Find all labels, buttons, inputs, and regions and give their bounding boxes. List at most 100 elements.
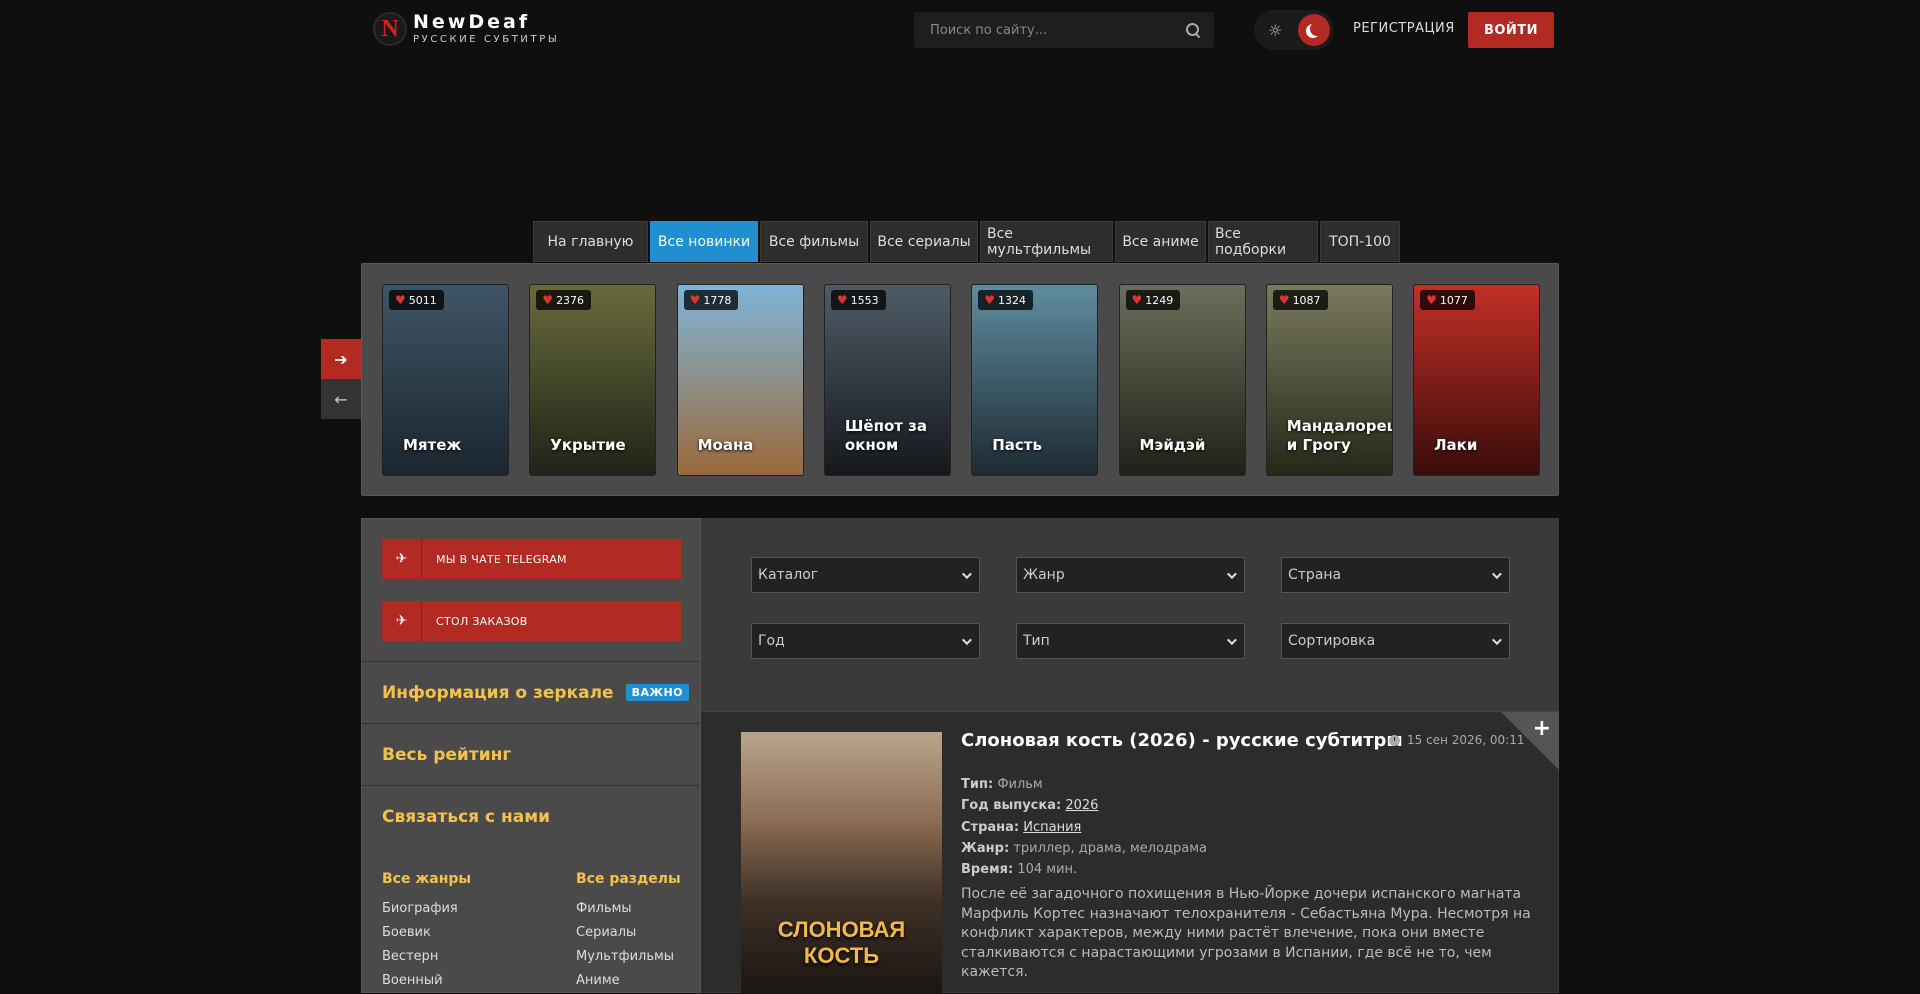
poster-title: Пасть <box>992 436 1042 454</box>
paper-plane-icon: ✈ <box>382 539 422 579</box>
contact-link[interactable]: Связаться с нами <box>362 785 700 847</box>
rating-link[interactable]: Весь рейтинг <box>362 723 700 785</box>
site-name: NewDeaf <box>413 11 531 33</box>
catalog-select-value: Каталог <box>758 567 819 583</box>
search-icon[interactable] <box>1186 23 1200 37</box>
sidebar: ✈ МЫ В ЧАТЕ TELEGRAM ✈ СТОЛ ЗАКАЗОВ Инфо… <box>361 518 701 993</box>
poster-card[interactable]: ♥ 1778 Моана <box>676 284 804 476</box>
movie-card: СЛОНОВАЯ КОСТЬ Слоновая кость (2026) - р… <box>701 712 1559 994</box>
sort-select-value: Сортировка <box>1288 633 1376 649</box>
heart-icon: ♥ <box>836 293 848 307</box>
likes-badge: ♥ 1077 <box>1420 290 1475 310</box>
site-tagline: РУССКИЕ СУБТИТРЫ <box>413 34 560 45</box>
year-link[interactable]: 2026 <box>1065 798 1098 813</box>
catalog-select[interactable]: Каталог <box>751 557 980 593</box>
search-input[interactable] <box>928 21 1168 39</box>
poster-title: Мандалорец и Грогу <box>1286 417 1393 454</box>
genres-list: Все жанры Биография Боевик Вестерн Военный <box>382 871 576 993</box>
poster-title: Мятеж <box>403 436 462 454</box>
poster-card[interactable]: ♥ 1087 Мандалорец и Грогу <box>1265 284 1393 476</box>
clock-icon <box>1389 734 1400 746</box>
nav-tab[interactable]: На главную <box>533 221 648 262</box>
heart-icon: ♥ <box>395 293 406 307</box>
moon-icon <box>1310 22 1324 36</box>
genre-select[interactable]: Жанр <box>1016 557 1245 593</box>
poster-title: Лаки <box>1434 436 1478 454</box>
nav-tab[interactable]: Все сериалы <box>870 221 978 262</box>
likes-count: 1778 <box>703 293 732 307</box>
genres-title[interactable]: Все жанры <box>382 871 576 887</box>
slider-next-button[interactable]: ➔ <box>321 339 361 379</box>
orders-desk-label: СТОЛ ЗАКАЗОВ <box>436 614 528 628</box>
poster-card[interactable]: ♥ 1249 Мэйдэй <box>1118 284 1246 476</box>
time-label: Время: <box>961 862 1014 878</box>
heart-icon: ♥ <box>542 293 554 307</box>
heart-icon: ♥ <box>1426 293 1437 307</box>
year-label: Год выпуска: <box>961 798 1062 814</box>
logo-icon: N <box>373 12 407 46</box>
chevron-down-icon <box>1491 634 1502 645</box>
nav-tab[interactable]: Все новинки <box>650 221 758 262</box>
poster-card[interactable]: ♥ 5011 Мятеж <box>382 284 509 476</box>
nav-tab[interactable]: Все аниме <box>1115 221 1206 262</box>
movie-description: После её загадочного похищения в Нью-Йор… <box>961 886 1531 980</box>
genre-label: Жанр: <box>961 840 1010 856</box>
site-logo[interactable]: N NewDeaf РУССКИЕ СУБТИТРЫ <box>373 10 559 48</box>
country-select[interactable]: Страна <box>1281 557 1510 593</box>
movie-meta: Тип: Фильм Год выпуска: 2026 Страна: Исп… <box>961 774 1207 880</box>
login-button[interactable]: ВОЙТИ <box>1468 12 1554 48</box>
genre-link[interactable]: Биография <box>382 897 576 921</box>
filters-panel: Каталог Жанр Страна Год Тип Сортировка <box>701 519 1559 712</box>
chevron-down-icon <box>961 634 972 645</box>
poster-card[interactable]: ♥ 1553 Шёпот за окном <box>823 284 951 476</box>
heart-icon: ♥ <box>1131 293 1143 307</box>
genre-select-value: Жанр <box>1023 567 1065 583</box>
nav-tab[interactable]: Все фильмы <box>760 221 868 262</box>
dark-mode-button[interactable] <box>1298 14 1330 46</box>
poster-card[interactable]: ♥ 1324 Пасть <box>971 284 1099 476</box>
likes-badge: ♥ 2376 <box>536 290 592 310</box>
main-nav: На главную Все новинки Все фильмы Все сериа… <box>533 221 1402 262</box>
likes-badge: ♥ 1249 <box>1125 290 1181 310</box>
nav-tab[interactable]: Все мультфильмы <box>980 221 1113 262</box>
movie-title[interactable]: Слоновая кость (2026) - русские субтитры <box>961 730 1403 751</box>
add-bookmark-icon[interactable]: + <box>1533 716 1551 741</box>
poster-title: Моана <box>697 436 754 454</box>
likes-count: 1553 <box>850 293 879 307</box>
likes-count: 1087 <box>1292 293 1321 307</box>
orders-desk-button[interactable]: ✈ СТОЛ ЗАКАЗОВ <box>382 601 682 641</box>
poster-card[interactable]: ♥ 2376 Укрытие <box>529 284 657 476</box>
rating-label: Весь рейтинг <box>382 744 512 765</box>
poster-title: Укрытие <box>550 436 626 454</box>
genre-link[interactable]: Военный <box>382 969 576 993</box>
country-link[interactable]: Испания <box>1023 820 1081 835</box>
sort-select[interactable]: Сортировка <box>1281 623 1510 659</box>
chevron-down-icon <box>1491 568 1502 579</box>
register-link[interactable]: РЕГИСТРАЦИЯ <box>1353 21 1455 36</box>
search-box <box>914 12 1214 48</box>
sun-icon[interactable]: ☼ <box>1268 21 1282 40</box>
likes-badge: ♥ 1553 <box>830 290 886 310</box>
chevron-down-icon <box>1226 634 1237 645</box>
main-content: Каталог Жанр Страна Год Тип Сортировка С… <box>701 518 1559 994</box>
likes-count: 1249 <box>1145 293 1174 307</box>
paper-plane-icon: ✈ <box>382 601 422 641</box>
nav-tab[interactable]: ТОП-100 <box>1320 221 1400 262</box>
mirror-info-link[interactable]: Информация о зеркале ВАЖНО <box>362 661 700 723</box>
genre-link[interactable]: Вестерн <box>382 945 576 969</box>
likes-badge: ♥ 1087 <box>1272 290 1328 310</box>
telegram-chat-button[interactable]: ✈ МЫ В ЧАТЕ TELEGRAM <box>382 539 682 579</box>
mirror-info-label: Информация о зеркале <box>382 682 614 703</box>
slider-prev-button[interactable]: ← <box>321 379 361 419</box>
nav-tab[interactable]: Все подборки <box>1208 221 1318 262</box>
movie-cover[interactable]: СЛОНОВАЯ КОСТЬ <box>741 732 942 994</box>
year-select[interactable]: Год <box>751 623 980 659</box>
genre-link[interactable]: Боевик <box>382 921 576 945</box>
chevron-down-icon <box>961 568 972 579</box>
poster-card[interactable]: ♥ 1077 Лаки <box>1413 284 1541 476</box>
type-select[interactable]: Тип <box>1016 623 1245 659</box>
likes-badge: ♥ 1778 <box>683 290 739 310</box>
poster-title: Шёпот за окном <box>844 417 928 454</box>
theme-toggle[interactable]: ☼ <box>1254 10 1334 50</box>
poster-title: Мэйдэй <box>1139 436 1206 454</box>
